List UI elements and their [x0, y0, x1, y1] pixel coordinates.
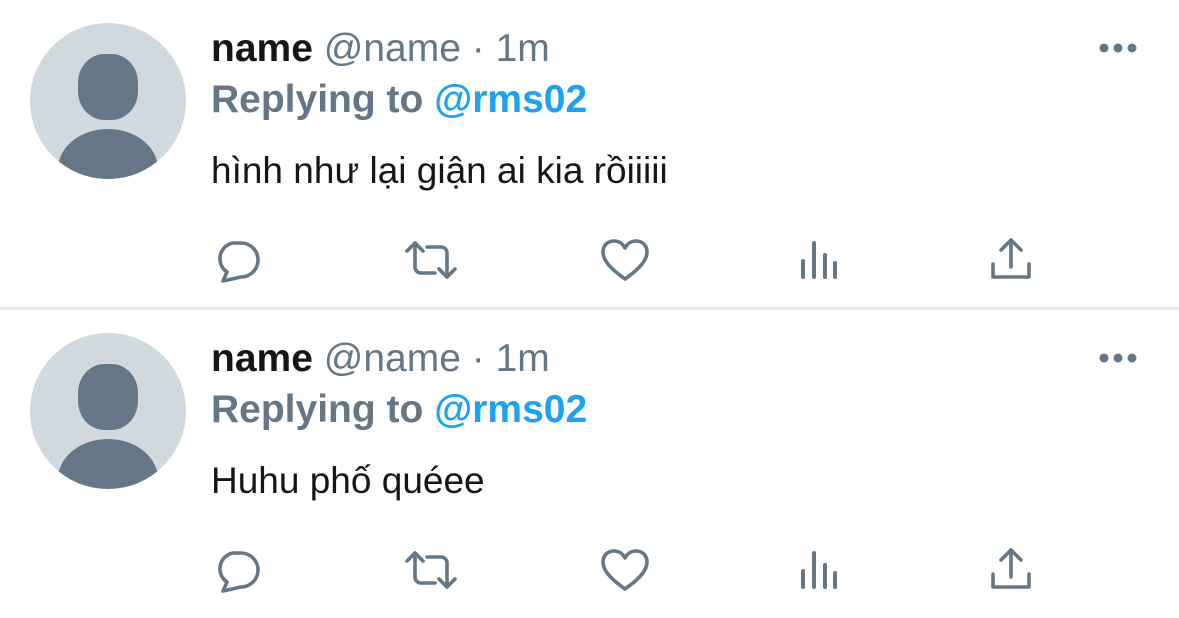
- more-options-button[interactable]: [1094, 338, 1142, 378]
- analytics-button[interactable]: [791, 232, 847, 288]
- tweet[interactable]: name @name · 1m Replying to @rms02 hình …: [0, 0, 1179, 307]
- heart-icon: [601, 549, 649, 591]
- reply-button[interactable]: [209, 232, 265, 288]
- replying-to: Replying to @rms02: [211, 77, 587, 123]
- reply-button[interactable]: [209, 542, 265, 598]
- tweet-header: name @name · 1m: [211, 26, 550, 72]
- replying-to-label: Replying to: [211, 78, 424, 121]
- user-handle[interactable]: @name: [324, 337, 461, 380]
- replying-to-label: Replying to: [211, 388, 424, 431]
- separator-dot: ·: [471, 337, 485, 380]
- separator-dot: ·: [471, 27, 485, 70]
- retweet-button[interactable]: [403, 542, 459, 598]
- avatar-body-shape: [58, 129, 158, 179]
- like-button[interactable]: [597, 542, 653, 598]
- share-icon: [991, 238, 1031, 279]
- tweet-text: Huhu phố quéee: [211, 460, 485, 501]
- reply-icon: [218, 551, 260, 593]
- avatar[interactable]: [30, 333, 186, 489]
- user-handle[interactable]: @name: [324, 27, 461, 70]
- avatar-head-shape: [78, 364, 138, 430]
- ellipsis-icon: [1099, 353, 1137, 363]
- retweet-icon: [405, 241, 457, 279]
- analytics-button[interactable]: [791, 542, 847, 598]
- share-icon: [991, 548, 1031, 589]
- share-button[interactable]: [983, 232, 1039, 288]
- ellipsis-icon: [1099, 43, 1137, 53]
- reply-icon: [218, 241, 260, 283]
- tweet-text: hình như lại giận ai kia rồiiiii: [211, 150, 668, 191]
- reply-target-link[interactable]: @rms02: [434, 388, 587, 431]
- like-button[interactable]: [597, 232, 653, 288]
- tweet-actions: [0, 542, 1179, 598]
- analytics-icon: [801, 551, 837, 589]
- avatar[interactable]: [30, 23, 186, 179]
- display-name[interactable]: name: [211, 27, 313, 70]
- more-options-button[interactable]: [1094, 28, 1142, 68]
- retweet-button[interactable]: [403, 232, 459, 288]
- tweet[interactable]: name @name · 1m Replying to @rms02 Huhu …: [0, 310, 1179, 618]
- retweet-icon: [405, 551, 457, 589]
- heart-icon: [601, 239, 649, 281]
- replying-to: Replying to @rms02: [211, 387, 587, 433]
- share-button[interactable]: [983, 542, 1039, 598]
- tweet-actions: [0, 232, 1179, 288]
- analytics-icon: [801, 241, 837, 279]
- tweet-feed: name @name · 1m Replying to @rms02 hình …: [0, 0, 1179, 618]
- avatar-body-shape: [58, 439, 158, 489]
- reply-target-link[interactable]: @rms02: [434, 78, 587, 121]
- avatar-head-shape: [78, 54, 138, 120]
- display-name[interactable]: name: [211, 337, 313, 380]
- timestamp[interactable]: 1m: [496, 27, 550, 70]
- tweet-header: name @name · 1m: [211, 336, 550, 382]
- timestamp[interactable]: 1m: [496, 337, 550, 380]
